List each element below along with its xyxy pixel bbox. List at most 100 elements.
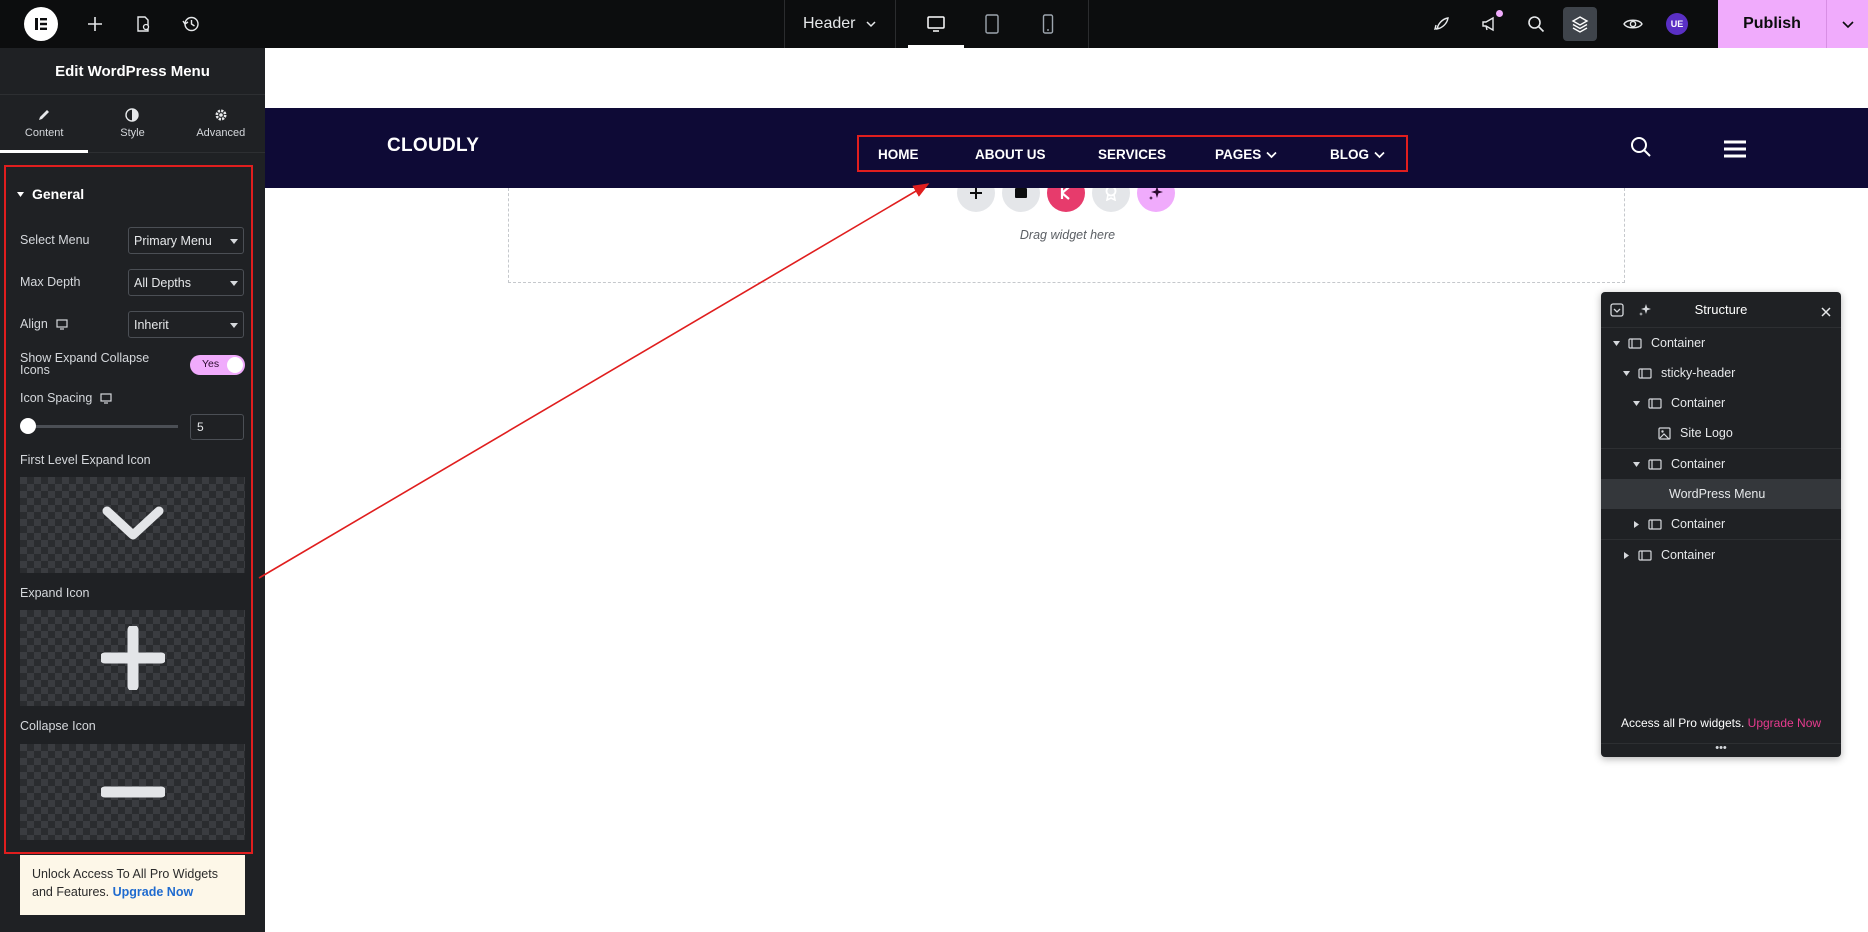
structure-panel: Structure Container sticky-header Contai… [1601,292,1841,757]
plus-icon [100,626,165,690]
tab-style[interactable]: Style [88,95,176,152]
site-rocket-icon[interactable] [1431,13,1453,35]
chevron-down-icon [1266,151,1277,158]
container-icon [1628,337,1642,349]
icon-spacing-label: Icon Spacing [20,391,93,405]
expand-icon-label: Expand Icon [20,586,90,600]
menu-item-label: ABOUT US [975,147,1046,162]
top-bar-left [0,0,202,48]
container-icon [1648,458,1662,470]
preview-eye-icon[interactable] [1622,13,1644,35]
panel-tabs: Content Style Advanced [0,95,265,153]
caret-down-icon[interactable] [1631,460,1641,469]
menu-item-label: SERVICES [1098,147,1167,162]
tab-advanced-label: Advanced [196,127,246,139]
search-icon[interactable] [1525,13,1547,35]
tab-content[interactable]: Content [0,95,89,153]
structure-row[interactable]: Container [1601,509,1841,539]
collapse-icon-picker[interactable] [20,744,245,840]
max-depth-dropdown[interactable]: All Depths [128,269,244,296]
wordpress-menu-widget[interactable]: HOME ABOUT US SERVICES PAGES BLOG [857,135,1408,172]
desktop-responsive-icon[interactable] [100,392,112,404]
desktop-responsive-icon[interactable] [56,318,68,330]
structure-row-label: sticky-header [1661,366,1736,380]
structure-upgrade-link[interactable]: Upgrade Now [1748,716,1821,730]
show-expand-toggle[interactable]: Yes [190,355,245,375]
upgrade-now-link[interactable]: Upgrade Now [113,885,194,899]
structure-row[interactable]: Container [1601,540,1841,570]
show-expand-label: Show Expand Collapse Icons [20,351,150,377]
site-header-preview[interactable]: CLOUDLY HOME ABOUT US SERVICES PAGES BLO… [265,108,1868,188]
page-settings-icon[interactable] [132,13,154,35]
icon-spacing-input[interactable]: 5 [190,414,244,440]
mobile-icon[interactable] [1020,0,1076,48]
history-icon[interactable] [180,13,202,35]
plus-icon [970,187,982,199]
select-menu-dropdown[interactable]: Primary Menu [128,227,244,254]
notification-badge [1496,10,1503,17]
icon-spacing-slider-handle[interactable] [20,418,36,434]
caret-right-icon[interactable] [1621,551,1631,560]
structure-row-label: Container [1651,336,1706,350]
structure-footer-text: Access all Pro widgets. [1620,716,1745,730]
menu-item-about-us[interactable]: ABOUT US [975,147,1046,162]
minus-icon [100,786,165,798]
site-logo[interactable]: CLOUDLY [387,135,479,157]
align-dropdown[interactable]: Inherit [128,311,244,338]
document-title-dropdown[interactable]: Header [784,0,897,48]
structure-row[interactable]: Site Logo [1601,418,1841,448]
close-icon[interactable] [1821,304,1831,322]
add-element-icon[interactable] [84,13,106,35]
chevron-down-icon [102,506,163,540]
structure-footer: Access all Pro widgets. Upgrade Now [1601,716,1841,730]
header-search-icon[interactable] [1630,136,1652,163]
select-menu-label: Select Menu [20,233,90,247]
max-depth-label: Max Depth [20,275,81,289]
section-general-toggle[interactable]: General [16,186,84,202]
caret-down-icon[interactable] [1631,399,1641,408]
hamburger-menu-icon[interactable] [1724,140,1746,163]
toggle-knob [227,357,243,373]
publish-options-button[interactable] [1826,0,1868,48]
structure-row-label: WordPress Menu [1669,487,1766,501]
structure-row-label: Container [1661,548,1716,562]
expand-icon-picker[interactable] [20,610,245,706]
icon-spacing-slider-track[interactable] [28,425,178,428]
resize-handle-icon[interactable]: ••• [1601,743,1841,757]
structure-row[interactable]: Container [1601,449,1841,479]
menu-item-services[interactable]: SERVICES [1098,147,1166,162]
chevron-down-icon [1374,151,1385,158]
menu-item-pages[interactable]: PAGES [1215,147,1277,162]
caret-down-icon[interactable] [1611,339,1621,348]
menu-item-label: PAGES [1215,147,1262,162]
align-value: Inherit [134,317,169,332]
tab-content-label: Content [24,127,64,139]
structure-row-selected[interactable]: WordPress Menu [1601,479,1841,509]
structure-layers-icon[interactable] [1563,7,1597,41]
structure-row-label: Site Logo [1680,426,1733,440]
tab-advanced[interactable]: Advanced [177,95,265,152]
structure-title: Structure [1694,302,1748,317]
structure-row[interactable]: Container [1601,388,1841,418]
whats-new-megaphone-icon[interactable] [1478,10,1503,35]
tablet-icon[interactable] [964,0,1020,48]
structure-row-label: Container [1671,517,1726,531]
responsive-mode-switcher [896,0,1090,48]
caret-down-icon [17,191,24,197]
container-icon [1638,549,1652,561]
structure-row[interactable]: Container [1601,328,1841,358]
pencil-icon [39,110,50,120]
menu-item-home[interactable]: HOME [878,147,919,162]
menu-item-blog[interactable]: BLOG [1330,147,1385,162]
user-avatar[interactable]: UE [1666,13,1688,35]
caret-right-icon[interactable] [1631,520,1641,529]
caret-down-icon[interactable] [1621,369,1631,378]
elementor-logo-icon[interactable] [24,7,58,41]
structure-row[interactable]: sticky-header [1601,358,1841,388]
publish-button[interactable]: Publish [1718,0,1826,48]
elementor-editor: Header UE Publish Edit WordPress Menu Co… [0,0,1868,932]
first-level-expand-icon-picker[interactable] [20,477,245,573]
folder-icon [1015,188,1027,198]
menu-item-label: HOME [878,147,919,162]
desktop-icon[interactable] [908,0,965,48]
